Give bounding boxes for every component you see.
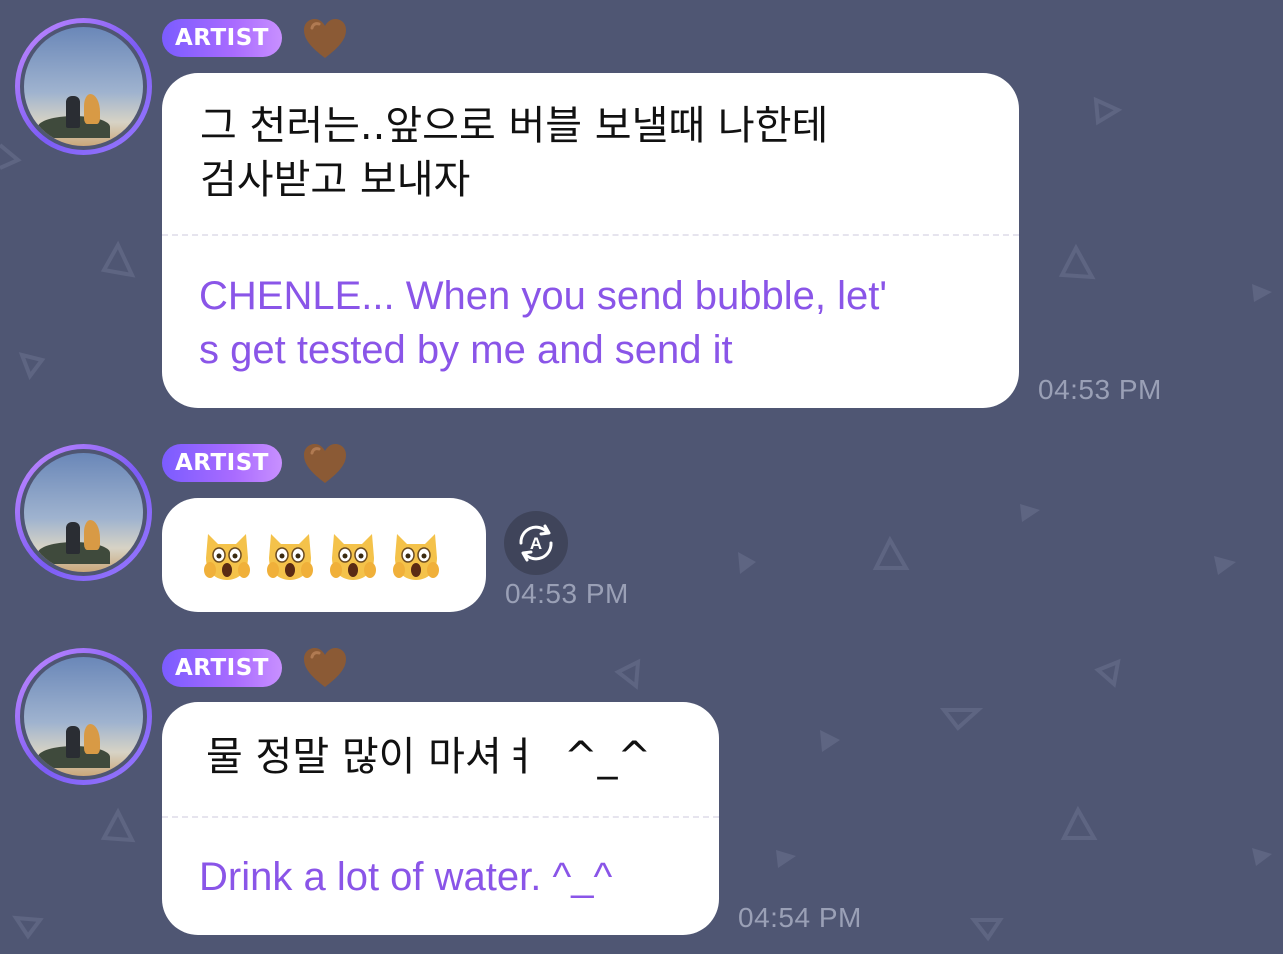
artist-badge: ARTIST <box>162 19 282 57</box>
avatar[interactable] <box>15 648 152 785</box>
message-text-korean: 물 정말 많이 마셔ㅕ ^_^ <box>206 734 652 780</box>
auto-translate-button[interactable]: A <box>504 511 568 575</box>
message-bubble[interactable]: 물 정말 많이 마셔ㅕ ^_^ Drink a lot of water. ^_… <box>162 702 719 935</box>
screaming-cat-emoji-icon <box>204 534 250 580</box>
brown-heart-icon <box>304 19 346 58</box>
avatar[interactable] <box>15 444 152 581</box>
message-text-translation: CHENLE... When you send bubble, let' s g… <box>199 274 888 372</box>
divider <box>162 234 1019 236</box>
message-timestamp: 04:54 PM <box>738 902 862 933</box>
avatar-photo <box>20 449 147 576</box>
screaming-cat-emoji-icon <box>393 534 439 580</box>
brown-heart-icon <box>304 648 346 687</box>
avatar-photo <box>20 653 147 780</box>
avatar-photo <box>20 23 147 150</box>
message-bubble[interactable]: 그 천러는..앞으로 버블 보낼때 나한테 검사받고 보내자 CHENLE...… <box>162 73 1019 408</box>
svg-text:A: A <box>530 534 542 553</box>
screaming-cat-emoji-icon <box>267 534 313 580</box>
emoji-row <box>202 528 454 582</box>
message-bubble[interactable] <box>162 498 486 612</box>
screaming-cat-emoji-icon <box>330 534 376 580</box>
avatar[interactable] <box>15 18 152 155</box>
brown-heart-icon <box>304 444 346 483</box>
auto-translate-icon: A <box>519 524 553 562</box>
message-text-translation: Drink a lot of water. ^_^ <box>199 855 613 899</box>
artist-badge: ARTIST <box>162 444 282 482</box>
message-timestamp: 04:53 PM <box>505 578 629 609</box>
divider <box>162 816 719 818</box>
artist-badge: ARTIST <box>162 649 282 687</box>
message-text-korean: 그 천러는..앞으로 버블 보낼때 나한테 검사받고 보내자 <box>200 103 829 203</box>
message-timestamp: 04:53 PM <box>1038 374 1162 405</box>
